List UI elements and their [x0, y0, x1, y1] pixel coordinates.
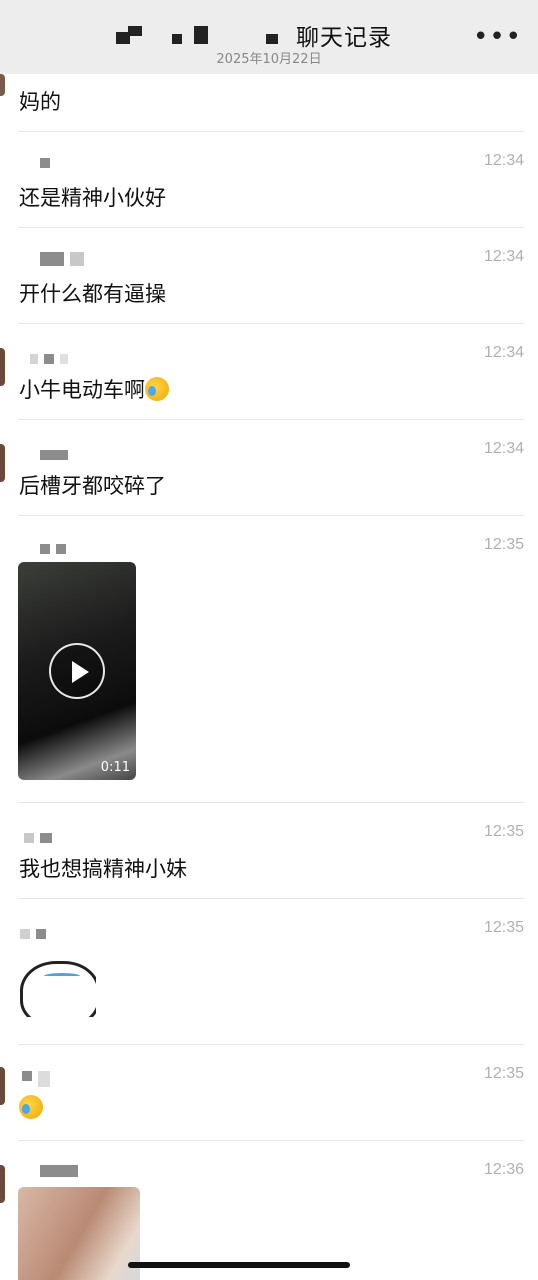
sender-name-redacted	[40, 158, 50, 170]
avatar[interactable]	[0, 74, 5, 96]
chat-message: 12:34 后槽牙都咬碎了	[0, 420, 538, 516]
chat-message: 12:35 我也想搞精神小妹	[0, 803, 538, 899]
chat-message: 12:35 0:11	[0, 516, 538, 803]
message-time: 12:34	[483, 248, 524, 265]
play-icon[interactable]	[49, 643, 105, 699]
laughing-crying-emoji-icon	[145, 377, 169, 401]
sender-name-redacted	[24, 833, 52, 845]
chat-message: 12:35	[0, 899, 538, 1045]
message-time: 12:35	[483, 536, 524, 553]
home-indicator[interactable]	[128, 1262, 350, 1268]
chat-date: 2025年10月22日	[216, 52, 322, 67]
sender-name-redacted	[20, 929, 46, 941]
avatar[interactable]	[0, 444, 5, 482]
message-time: 12:35	[483, 919, 524, 936]
laughing-crying-emoji-icon	[19, 1095, 43, 1119]
sticker-face-icon	[20, 961, 96, 1017]
avatar[interactable]	[0, 1165, 5, 1203]
message-time: 12:36	[483, 1161, 524, 1178]
sender-name-redacted	[30, 354, 68, 366]
chat-message: 12:34 开什么都有逼操	[0, 228, 538, 324]
more-options-button[interactable]: •••	[473, 22, 522, 52]
crying-face-sticker[interactable]	[18, 951, 96, 1017]
sender-name-redacted	[40, 1165, 78, 1177]
chat-history-header: 聊天记录 2025年10月22日 •••	[0, 0, 538, 74]
image-message[interactable]	[18, 1187, 140, 1280]
message-time: 12:34	[483, 440, 524, 457]
message-time: 12:35	[483, 823, 524, 840]
message-time: 12:34	[483, 344, 524, 361]
message-text: 开什么都有逼操	[19, 282, 166, 306]
message-list[interactable]: 妈的 12:34 还是精神小伙好 12:34 开什么都有逼操 12:34 小牛电…	[0, 74, 538, 1280]
sender-name-redacted	[22, 1071, 50, 1087]
message-text: 后槽牙都咬碎了	[19, 474, 166, 498]
tear-icon	[44, 973, 80, 979]
chat-message: 12:35	[0, 1045, 538, 1141]
sender-name-redacted	[40, 544, 66, 556]
sender-name-redacted	[40, 450, 68, 462]
sender-name-redacted	[40, 252, 84, 266]
message-text: 小牛电动车啊	[19, 374, 169, 404]
chat-message: 12:34 还是精神小伙好	[0, 132, 538, 228]
message-time: 12:34	[483, 152, 524, 169]
message-text: 妈的	[19, 90, 61, 114]
chat-message: 妈的	[0, 74, 538, 132]
chat-message: 12:36	[0, 1141, 538, 1280]
message-time: 12:35	[483, 1065, 524, 1082]
video-message[interactable]: 0:11	[18, 562, 136, 780]
avatar[interactable]	[0, 1067, 5, 1105]
video-duration: 0:11	[100, 760, 130, 775]
message-text	[19, 1095, 43, 1120]
chat-message: 12:34 小牛电动车啊	[0, 324, 538, 420]
page-title: 聊天记录	[0, 18, 538, 52]
avatar[interactable]	[0, 348, 5, 386]
message-text: 我也想搞精神小妹	[19, 857, 187, 881]
message-text-content: 小牛电动车啊	[19, 378, 145, 402]
message-text: 还是精神小伙好	[19, 186, 166, 210]
